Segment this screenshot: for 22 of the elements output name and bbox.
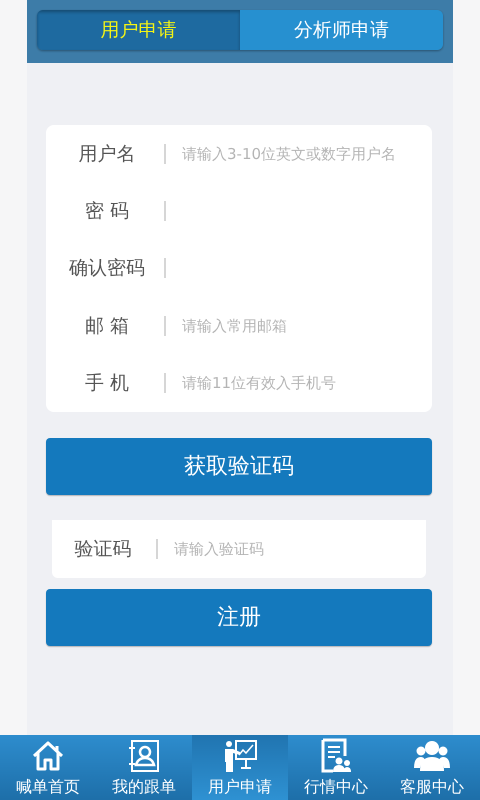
field-label: 密 码 [84,199,130,224]
input-field[interactable]: 请输入验证码 [174,536,416,561]
tab[interactable]: 分析师申请 [240,10,443,50]
input-field[interactable]: 请输11位有效入手机号 [182,371,422,396]
field-label: 确认密码 [68,256,146,282]
field-label: 邮 箱 [84,314,130,339]
code-input-field[interactable]: 验证码 请输入验证码 [52,520,426,578]
register-button[interactable]: 注册 [46,588,432,646]
nav-tab[interactable]: 用户申请 [192,735,288,800]
get-code-button[interactable]: 获取验证码 [46,438,432,495]
input-field[interactable]: 请输入常用邮箱 [182,314,422,338]
contact-card-icon [126,738,162,774]
field-label: 手 机 [84,371,130,396]
nav-tab[interactable]: 行情中心 [288,735,384,800]
field-label: 用户名 [78,142,136,167]
input-field[interactable]: 请输入3-10位英文或数字用户名 [182,142,422,166]
nav-tab[interactable]: 客服中心 [384,735,480,800]
nav-tab[interactable]: 我的跟单 [96,735,192,800]
field-label: 验证码 [74,536,132,562]
nav-tab[interactable]: 喊单首页 [0,735,96,800]
tab[interactable]: 用户申请 [37,10,240,50]
presenter-chart-icon [222,738,258,774]
